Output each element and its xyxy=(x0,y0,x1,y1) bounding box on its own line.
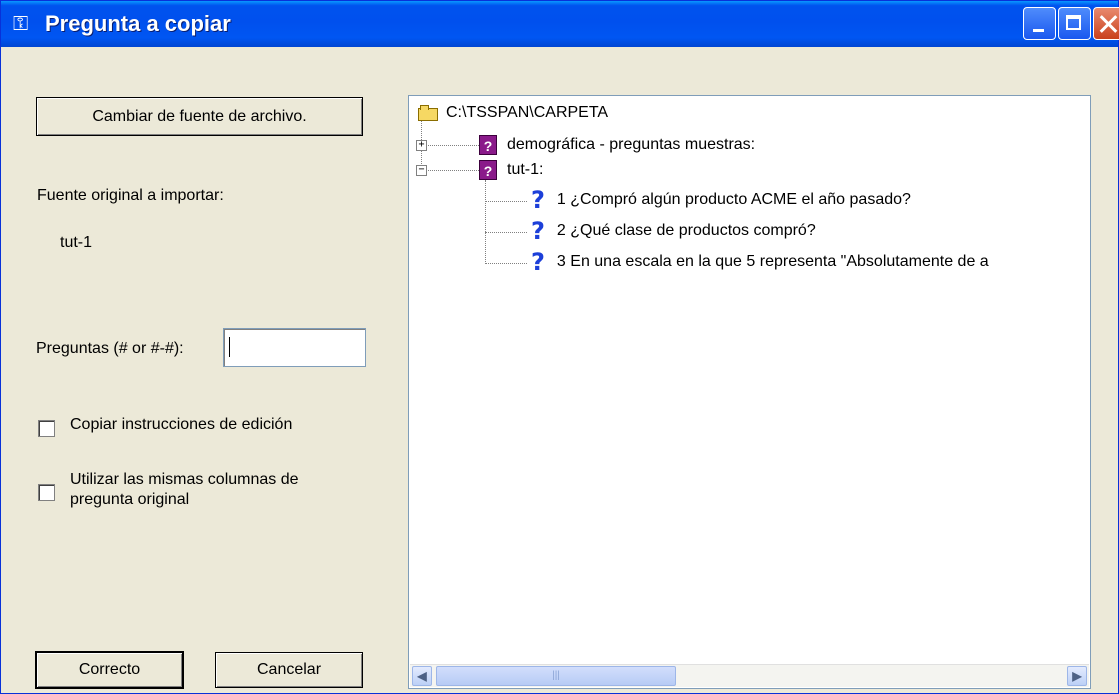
same-columns-checkbox-label[interactable]: Utilizar las mismas columnas de pregunta… xyxy=(70,470,350,510)
maximize-button[interactable] xyxy=(1058,7,1091,40)
close-button[interactable] xyxy=(1093,7,1119,40)
tree-connector xyxy=(485,201,527,202)
tree-question-label: 1 ¿Compró algún producto ACME el año pas… xyxy=(556,191,911,208)
expand-toggle[interactable]: + xyxy=(416,140,427,151)
tree-root[interactable]: C:\TSSPAN\CARPETA xyxy=(418,102,608,124)
tree-item-label: tut-1: xyxy=(507,161,544,178)
tree-item-demografica[interactable]: ? demográfica - preguntas muestras: xyxy=(479,134,755,156)
folder-icon xyxy=(418,105,440,121)
question-icon: ? xyxy=(531,186,545,214)
tree-root-label: C:\TSSPAN\CARPETA xyxy=(446,104,609,121)
tree-connector xyxy=(421,145,481,146)
copy-edit-checkbox-label[interactable]: Copiar instrucciones de edición xyxy=(70,416,292,434)
key-person-icon: ⚿ xyxy=(13,13,29,35)
collapse-toggle[interactable]: − xyxy=(416,165,427,176)
tree-question-label: 3 En una escala en la que 5 representa "… xyxy=(556,253,989,270)
question-icon: ? xyxy=(531,217,545,245)
tree-question-1[interactable]: ? 1 ¿Compró algún producto ACME el año p… xyxy=(531,186,911,214)
window-title: Pregunta a copiar xyxy=(45,11,231,36)
tree-connector xyxy=(485,232,527,233)
questions-label: Preguntas (# or #-#): xyxy=(36,340,184,357)
source-label: Fuente original a importar: xyxy=(37,187,224,204)
questionnaire-icon: ? xyxy=(479,135,497,155)
same-columns-checkbox[interactable] xyxy=(38,484,55,501)
ok-button[interactable]: Correcto xyxy=(36,652,183,688)
tree-question-label: 2 ¿Qué clase de productos compró? xyxy=(556,222,816,239)
tree-connector xyxy=(485,263,527,264)
change-source-button[interactable]: Cambiar de fuente de archivo. xyxy=(36,97,363,136)
cancel-button[interactable]: Cancelar xyxy=(215,652,363,688)
minimize-button[interactable] xyxy=(1023,7,1056,40)
scroll-right-icon[interactable]: ▶ xyxy=(1067,666,1087,686)
title-bar[interactable]: ⚿ Pregunta a copiar xyxy=(1,1,1119,47)
question-tree-view[interactable]: C:\TSSPAN\CARPETA + ? demográfica - preg… xyxy=(408,95,1091,689)
tree-connector xyxy=(485,180,486,264)
source-value: tut-1 xyxy=(60,234,93,251)
dialog-window: ⚿ Pregunta a copiar Cambiar de fuente de… xyxy=(0,0,1119,694)
text-caret xyxy=(229,337,230,357)
horizontal-scrollbar[interactable]: ◀ ||| ▶ xyxy=(410,664,1089,687)
questions-input[interactable] xyxy=(223,328,366,367)
copy-edit-checkbox[interactable] xyxy=(38,420,55,437)
tree-item-tut1[interactable]: ? tut-1: xyxy=(479,159,543,181)
tree-connector xyxy=(421,170,481,171)
tree-question-2[interactable]: ? 2 ¿Qué clase de productos compró? xyxy=(531,217,816,245)
scroll-left-icon[interactable]: ◀ xyxy=(412,666,432,686)
tree-item-label: demográfica - preguntas muestras: xyxy=(507,136,756,153)
questionnaire-icon: ? xyxy=(479,160,497,180)
scrollbar-thumb[interactable]: ||| xyxy=(436,666,676,686)
tree-question-3[interactable]: ? 3 En una escala en la que 5 representa… xyxy=(531,248,989,276)
question-icon: ? xyxy=(531,248,545,276)
